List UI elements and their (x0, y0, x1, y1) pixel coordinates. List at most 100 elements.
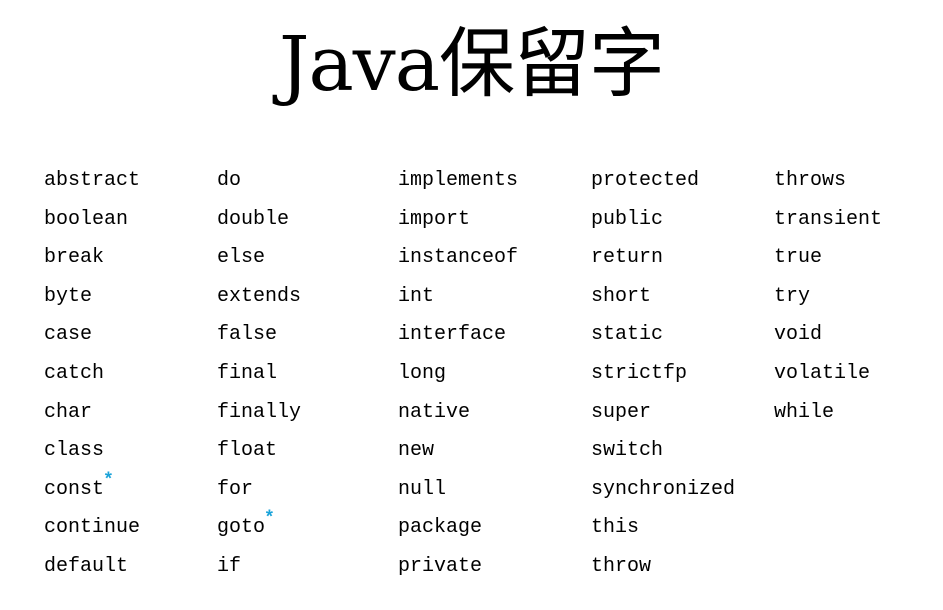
keyword-table: abstract boolean break byte case catch char cla… (0, 0, 943, 610)
keyword-text: false (217, 323, 278, 347)
keyword-item: import (398, 201, 518, 240)
keyword-item: public (591, 201, 735, 240)
keyword-text: return (591, 246, 664, 270)
keyword-item: long (398, 355, 518, 394)
keyword-text: case (44, 323, 93, 347)
keyword-item: switch (591, 432, 735, 471)
keyword-text: double (217, 207, 290, 231)
keyword-item: const* (44, 471, 140, 510)
keyword-text: throw (591, 554, 652, 578)
keyword-text: int (398, 284, 435, 308)
keyword-column: do double else extends false final finally floa… (217, 162, 301, 587)
keyword-item: native (398, 394, 518, 433)
keyword-text: super (591, 400, 652, 424)
keyword-item: package (398, 509, 518, 548)
keyword-text: long (398, 361, 447, 385)
keyword-item: implements (398, 162, 518, 201)
keyword-item: instanceof (398, 239, 518, 278)
keyword-item: abstract (44, 162, 140, 201)
keyword-text: private (398, 554, 483, 578)
keyword-text: for (217, 477, 254, 501)
keyword-text: if (217, 554, 242, 578)
keyword-item: false (217, 316, 301, 355)
keyword-text: byte (44, 284, 93, 308)
keyword-item: short (591, 278, 735, 317)
keyword-item: default (44, 548, 140, 587)
keyword-item: boolean (44, 201, 140, 240)
keyword-item: for (217, 471, 301, 510)
keyword-text: volatile (774, 361, 871, 385)
keyword-text: try (774, 284, 811, 308)
keyword-item: else (217, 239, 301, 278)
keyword-item: throw (591, 548, 735, 587)
keyword-text: goto (217, 516, 266, 540)
keyword-item: char (44, 394, 140, 433)
keyword-text: strictfp (591, 361, 688, 385)
keyword-item: float (217, 432, 301, 471)
keyword-text: class (44, 439, 105, 463)
keyword-text: synchronized (591, 477, 736, 501)
keyword-item: strictfp (591, 355, 735, 394)
keyword-text: const (44, 477, 105, 501)
keyword-text: true (774, 246, 823, 270)
keyword-text: else (217, 246, 266, 270)
keyword-item: catch (44, 355, 140, 394)
keyword-item: static (591, 316, 735, 355)
keyword-text: abstract (44, 169, 141, 192)
keyword-item: this (591, 509, 735, 548)
keyword-item: case (44, 316, 140, 355)
keyword-text: package (398, 516, 483, 540)
keyword-text: import (398, 207, 471, 231)
keyword-item: true (774, 239, 882, 278)
keyword-item: int (398, 278, 518, 317)
keyword-item: if (217, 548, 301, 587)
keyword-text: transient (774, 207, 883, 231)
keyword-item: throws (774, 162, 882, 201)
keyword-text: protected (591, 169, 700, 192)
keyword-text: catch (44, 361, 105, 385)
keyword-text: void (774, 323, 823, 347)
keyword-column: abstract boolean break byte case catch char cla… (44, 162, 140, 587)
keyword-item: super (591, 394, 735, 433)
keyword-text: throws (774, 169, 847, 192)
keyword-text: default (44, 554, 129, 578)
keyword-item: null (398, 471, 518, 510)
keyword-item: protected (591, 162, 735, 201)
keyword-item: final (217, 355, 301, 394)
keyword-item: try (774, 278, 882, 317)
keyword-text: instanceof (398, 246, 519, 270)
keyword-text: public (591, 207, 664, 231)
keyword-text: this (591, 516, 640, 540)
asterisk-marker: * (103, 470, 114, 491)
keyword-text: native (398, 400, 471, 424)
keyword-item: break (44, 239, 140, 278)
keyword-item: extends (217, 278, 301, 317)
keyword-text: implements (398, 169, 519, 192)
keyword-text: null (398, 477, 447, 501)
keyword-column: protected public return short static strictfp… (591, 162, 735, 587)
keyword-text: continue (44, 516, 141, 540)
keyword-item: return (591, 239, 735, 278)
keyword-text: finally (217, 400, 302, 424)
keyword-item: while (774, 394, 882, 433)
keyword-item: byte (44, 278, 140, 317)
keyword-item: interface (398, 316, 518, 355)
keyword-item: volatile (774, 355, 882, 394)
keyword-column: throws transient true try void volatile while (774, 162, 882, 432)
keyword-text: static (591, 323, 664, 347)
keyword-item: double (217, 201, 301, 240)
keyword-item: do (217, 162, 301, 201)
keyword-text: break (44, 246, 105, 270)
keyword-text: short (591, 284, 652, 308)
keyword-text: boolean (44, 207, 129, 231)
keyword-text: char (44, 400, 93, 424)
keyword-item: void (774, 316, 882, 355)
keyword-text: final (217, 361, 278, 385)
keyword-item: continue (44, 509, 140, 548)
keyword-item: finally (217, 394, 301, 433)
keyword-text: while (774, 400, 835, 424)
keyword-text: switch (591, 439, 664, 463)
keyword-item: goto* (217, 509, 301, 548)
keyword-column: implements import instanceof int interface lo… (398, 162, 518, 587)
keyword-text: extends (217, 284, 302, 308)
